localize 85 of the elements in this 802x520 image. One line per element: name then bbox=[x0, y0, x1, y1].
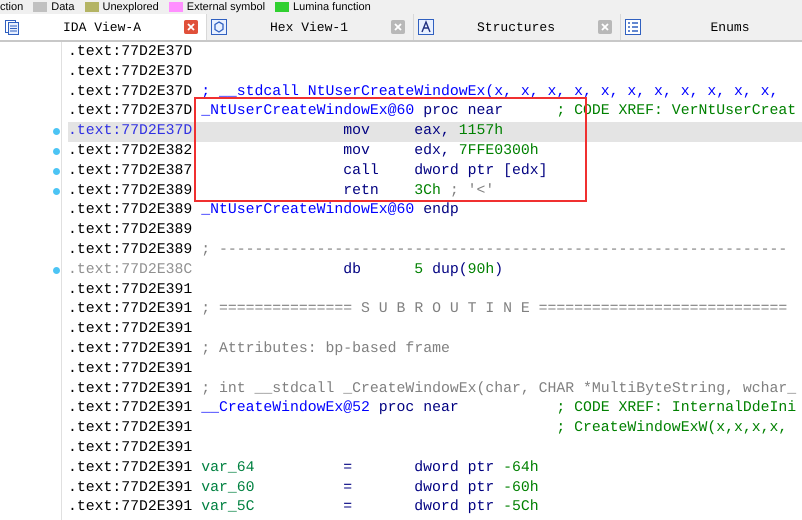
address-text: .text:77D2E389 bbox=[68, 221, 192, 240]
legend-label: Lumina function bbox=[293, 1, 371, 13]
close-icon[interactable] bbox=[391, 20, 405, 34]
number-text: -5Ch bbox=[503, 499, 539, 516]
close-icon[interactable] bbox=[598, 20, 612, 34]
operand-text: dword ptr [edx] bbox=[414, 162, 548, 179]
number-text: 90h bbox=[468, 262, 494, 278]
comment-text: ; Attributes: bp-based frame bbox=[201, 340, 450, 357]
legend-label: Unexplored bbox=[102, 1, 159, 13]
tab[interactable]: Hex View-1 bbox=[207, 14, 414, 40]
mnemonic-text: endp bbox=[423, 202, 459, 218]
address-text: .text:77D2E391 bbox=[68, 300, 192, 320]
operand-text: dword ptr bbox=[414, 499, 494, 516]
comment-text: ; '<' bbox=[450, 182, 494, 199]
operand-text: eax, bbox=[414, 123, 450, 140]
hexagon-icon bbox=[211, 19, 227, 35]
address-text: .text:77D2E391 bbox=[68, 320, 192, 340]
tab[interactable]: IDA View-A bbox=[0, 14, 207, 40]
label-text: __CreateWindowEx@52 bbox=[201, 400, 370, 416]
address-text: .text:77D2E382 bbox=[68, 142, 192, 161]
tab-label: Enums bbox=[709, 20, 750, 34]
mnemonic-text: = bbox=[343, 460, 352, 476]
label-text: _NtUserCreateWindowEx@60 bbox=[201, 103, 414, 120]
number-text: 5 bbox=[414, 262, 424, 278]
tab-label: Structures bbox=[476, 20, 556, 34]
address-text: .text:77D2E391 bbox=[68, 478, 192, 498]
tab[interactable]: Enums bbox=[621, 14, 802, 40]
legend-label: ction bbox=[0, 1, 24, 13]
comment-text: ; ---------------------------------------------------------------- bbox=[201, 242, 788, 258]
number-text: 7FFE0300h bbox=[458, 142, 539, 159]
address-text: .text:77D2E391 bbox=[68, 399, 192, 418]
mnemonic-text: = bbox=[343, 480, 352, 496]
label-text: var_60 bbox=[201, 480, 254, 496]
mnemonic-text: call bbox=[343, 162, 379, 179]
legend-label: Data bbox=[51, 1, 74, 13]
address-text: .text:77D2E37D bbox=[68, 122, 192, 142]
list-icon bbox=[625, 19, 641, 35]
number-text: 1157h bbox=[458, 123, 504, 140]
number-text: 3Ch bbox=[414, 182, 441, 199]
address-text: .text:77D2E391 bbox=[68, 419, 192, 438]
struct-icon bbox=[418, 19, 434, 35]
address-text: .text:77D2E391 bbox=[68, 498, 192, 518]
number-text: -64h bbox=[503, 460, 539, 476]
mnemonic-text: mov bbox=[343, 142, 370, 159]
tab-label: IDA View-A bbox=[62, 20, 142, 34]
address-text: .text:77D2E389 bbox=[68, 201, 192, 220]
address-text: .text:77D2E391 bbox=[68, 280, 192, 300]
tab-label: Hex View-1 bbox=[268, 20, 349, 34]
address-text: .text:77D2E389 bbox=[68, 240, 192, 260]
address-text: .text:77D2E391 bbox=[68, 380, 192, 399]
legend-label: External symbol bbox=[186, 1, 266, 13]
comment-text: ; CreateWindowExW(x,x,x,x, bbox=[556, 419, 788, 438]
comment-text: ; int __stdcall _CreateWindowEx(char, CHAR *MultiByteString, wchar_ bbox=[201, 380, 796, 397]
mnemonic-text: proc near bbox=[423, 103, 504, 120]
mnemonic-text: retn bbox=[343, 182, 379, 199]
address-text: .text:77D2E391 bbox=[68, 340, 192, 359]
label-text: var_64 bbox=[201, 460, 254, 476]
mnemonic-text: mov bbox=[343, 123, 370, 140]
address-text: .text:77D2E37D bbox=[68, 62, 192, 82]
close-icon[interactable] bbox=[184, 20, 198, 34]
tab[interactable]: Structures bbox=[414, 14, 621, 40]
comment-text: ; __stdcall NtUserCreateWindowEx(x, x, x, x, x, x, x, x, x, x, x, bbox=[201, 84, 778, 100]
number-text: -60h bbox=[503, 480, 539, 496]
address-text: .text:77D2E391 bbox=[68, 438, 192, 458]
address-text: .text:77D2E391 bbox=[68, 458, 192, 478]
mnemonic-text: proc near bbox=[378, 400, 459, 416]
address-text: .text:77D2E38C bbox=[68, 260, 192, 280]
address-text: .text:77D2E37D bbox=[68, 102, 192, 122]
address-text: .text:77D2E37D bbox=[68, 82, 192, 102]
address-text: .text:77D2E37D bbox=[68, 43, 192, 62]
address-text: .text:77D2E391 bbox=[68, 360, 192, 379]
listing-icon bbox=[4, 19, 20, 35]
operand-text: edx, bbox=[414, 142, 450, 159]
comment-text: ; CODE XREF: InternalDdeIni bbox=[556, 399, 796, 418]
comment-text: ; =============== S U B R O U T I N E ============================ bbox=[201, 301, 788, 318]
operand-text: dup( bbox=[432, 262, 468, 278]
address-text: .text:77D2E389 bbox=[68, 182, 192, 201]
address-text: .text:77D2E387 bbox=[68, 162, 192, 181]
label-text: var_5C bbox=[201, 499, 254, 516]
label-text: _NtUserCreateWindowEx@60 bbox=[201, 202, 414, 218]
operand-text: dword ptr bbox=[414, 460, 494, 476]
mnemonic-text: db bbox=[343, 262, 362, 278]
operand-text: ) bbox=[494, 262, 504, 278]
mnemonic-text: = bbox=[343, 499, 352, 516]
operand-text: dword ptr bbox=[414, 480, 494, 496]
